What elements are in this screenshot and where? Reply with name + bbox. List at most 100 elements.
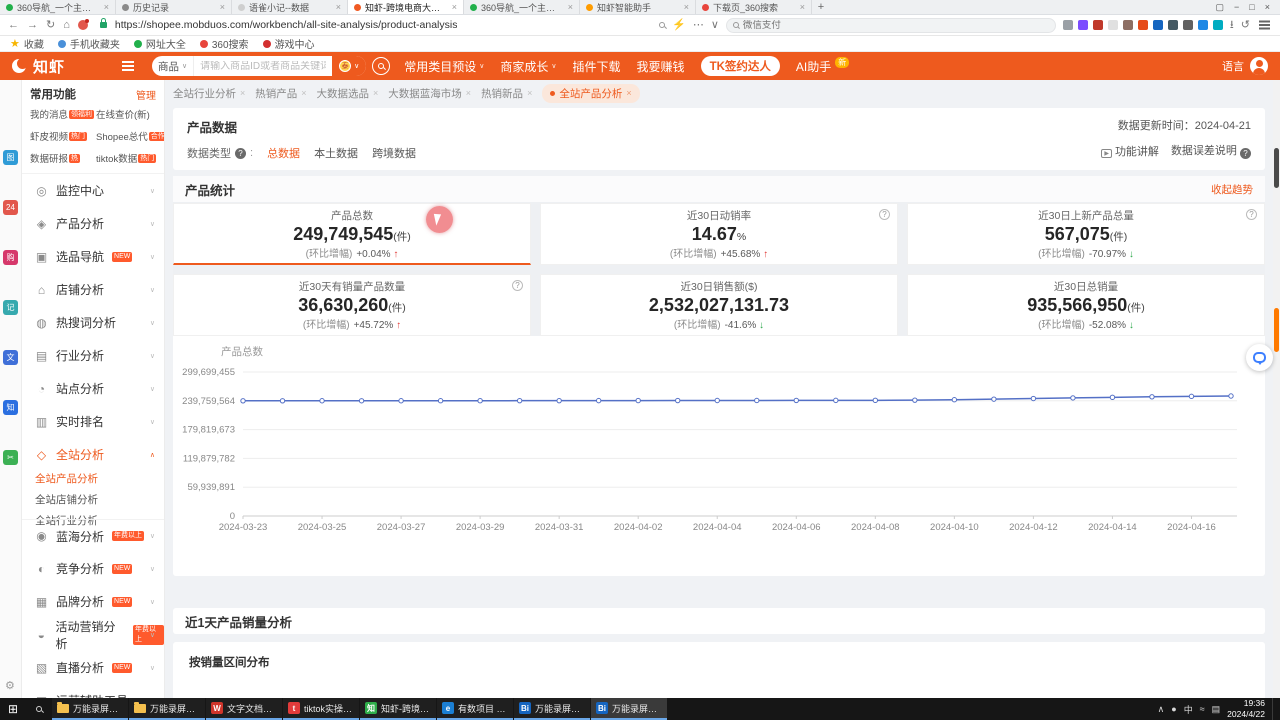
browser-tab[interactable]: 知虾智能助手× [580, 0, 696, 14]
taskbar-item[interactable]: 万能录屏大师 [129, 698, 205, 720]
quick-link[interactable]: tiktok数据热门 [96, 151, 165, 165]
tab-close-icon[interactable]: × [684, 2, 689, 12]
quick-link[interactable]: 数据研报热 [30, 151, 94, 165]
bookmark-item[interactable]: 手机收藏夹 [58, 36, 120, 51]
close-icon[interactable]: × [240, 88, 245, 98]
sidebar-item-品牌分析[interactable]: ▦品牌分析NEW∨ [22, 585, 164, 618]
tab-close-icon[interactable]: × [336, 2, 341, 12]
forward-icon[interactable]: → [27, 20, 38, 31]
header-search-input[interactable] [194, 61, 332, 72]
submenu-item-全站产品分析[interactable]: 全站产品分析 [35, 471, 98, 486]
quick-link[interactable]: 在线查价(新) [96, 107, 165, 121]
question-icon[interactable]: ? [1246, 209, 1257, 220]
close-icon[interactable]: × [527, 88, 532, 98]
close-icon[interactable]: × [1265, 2, 1270, 12]
data-type-option[interactable]: 本土数据 [314, 145, 358, 161]
sidebar-item-直播分析[interactable]: ▧直播分析NEW∨ [22, 651, 164, 684]
extension-icon[interactable] [1183, 20, 1193, 30]
info-icon[interactable]: ? [1240, 148, 1251, 159]
browser-tab[interactable]: 360导航_一个主页，整个世界× [0, 0, 116, 14]
toolbar-search-input[interactable] [743, 20, 1049, 31]
browser-tab[interactable]: 知虾-跨境电商大数据分析平台× [348, 0, 464, 14]
sidebar-item-运营辅助工具[interactable]: ▨运营辅助工具∨ [22, 684, 164, 698]
maximize-icon[interactable]: □ [1249, 2, 1254, 12]
tab-close-icon[interactable]: × [568, 2, 573, 12]
undo-icon[interactable]: ↺ [1241, 20, 1250, 31]
taskbar-item[interactable]: 知知虾-跨境电商大数… [360, 698, 436, 720]
header-nav-item[interactable]: AI助手新 [796, 58, 849, 75]
taskbar-item[interactable]: W文字文档2 - WPS … [206, 698, 282, 720]
site-selector[interactable]: 泰 ∨ [332, 56, 366, 76]
taskbar-item[interactable]: e有数项目 和另外 3… [437, 698, 513, 720]
lightning-icon[interactable]: ⚡ [672, 20, 686, 31]
sidebar-item-蓝海分析[interactable]: ◉蓝海分析年费以上∨ [22, 519, 164, 552]
tab-close-icon[interactable]: × [220, 2, 225, 12]
chevron-down-icon[interactable]: ∨ [711, 20, 719, 31]
extension-icon[interactable] [1063, 20, 1073, 30]
header-nav-item[interactable]: TK签约达人 [701, 56, 780, 76]
close-icon[interactable]: × [626, 88, 631, 98]
floating-service-button[interactable] [1246, 344, 1273, 371]
sidebar-item-站点分析[interactable]: ◔站点分析∨ [22, 372, 164, 405]
feature-guide-link[interactable]: ▶功能讲解 [1101, 143, 1159, 159]
toolbar-search[interactable] [726, 18, 1056, 33]
collapse-trend-link[interactable]: 收起趋势 [1211, 182, 1253, 197]
tray-icon[interactable]: ▤ [1212, 704, 1221, 715]
side-dock-icon[interactable]: ✂ [3, 450, 18, 465]
data-type-option[interactable]: 跨境数据 [372, 145, 416, 161]
question-icon[interactable]: ? [879, 209, 890, 220]
side-dock-icon[interactable]: 购 [3, 250, 18, 265]
taskbar-clock[interactable]: 19:36 2024/4/22 [1227, 698, 1265, 719]
download-icon[interactable]: ⭳ [1230, 20, 1234, 31]
tray-icon[interactable]: ● [1171, 704, 1176, 714]
sidebar-item-产品分析[interactable]: ◈产品分析∨ [22, 207, 164, 240]
extension-icon[interactable] [1198, 20, 1208, 30]
page-tab[interactable]: 热销产品× [255, 86, 306, 101]
show-desktop-button[interactable] [1272, 698, 1276, 720]
avatar[interactable] [1250, 57, 1268, 75]
browser-tab[interactable]: 360导航_一个主页，整个世界× [464, 0, 580, 14]
close-icon[interactable]: × [466, 88, 471, 98]
extension-icon[interactable] [1108, 20, 1118, 30]
extension-icon[interactable] [1168, 20, 1178, 30]
scrollbar-thumb[interactable] [1274, 148, 1279, 188]
info-icon[interactable]: ? [235, 148, 246, 159]
sidebar-item-店铺分析[interactable]: ⌂店铺分析∨ [22, 273, 164, 306]
quick-panel-manage-link[interactable]: 管理 [136, 87, 156, 102]
sidebar-item-选品导航[interactable]: ▣选品导航NEW∨ [22, 240, 164, 273]
bookmark-item[interactable]: 游戏中心 [263, 36, 315, 51]
quick-link[interactable]: Shopee总代合作 [96, 129, 165, 143]
sidebar-item-热搜词分析[interactable]: ◍热搜词分析∨ [22, 306, 164, 339]
layout-icon[interactable]: ▢ [1216, 2, 1225, 13]
side-dock-icon[interactable]: 知 [3, 400, 18, 415]
header-nav-item[interactable]: 我要赚钱 [637, 58, 685, 75]
new-tab-button[interactable]: + [812, 0, 830, 14]
minimize-icon[interactable]: − [1234, 2, 1239, 12]
tray-icon[interactable]: ∧ [1158, 704, 1165, 715]
refresh-icon[interactable]: ↻ [46, 20, 55, 31]
close-icon[interactable]: × [373, 88, 378, 98]
taskbar-search-button[interactable] [26, 698, 52, 720]
question-icon[interactable]: ? [512, 280, 523, 291]
quick-link[interactable]: 我的消息领福利 [30, 107, 94, 121]
extension-icon[interactable] [1138, 20, 1148, 30]
back-icon[interactable]: ← [8, 20, 19, 31]
page-tab[interactable]: 全站行业分析× [173, 86, 245, 101]
submenu-item-全站店铺分析[interactable]: 全站店铺分析 [35, 492, 98, 507]
start-button[interactable]: ⊞ [0, 698, 26, 720]
side-dock-icon[interactable]: 24 [3, 200, 18, 215]
extension-icon[interactable] [1123, 20, 1133, 30]
search-button[interactable] [372, 57, 390, 75]
tray-icon[interactable]: ≈ [1200, 704, 1205, 714]
page-tab[interactable]: 热销新品× [481, 86, 532, 101]
bookmark-item[interactable]: 网址大全 [134, 36, 186, 51]
extension-icon[interactable] [1213, 20, 1223, 30]
taskbar-item[interactable]: ttiktok实操运营 [283, 698, 359, 720]
favorites-item[interactable]: ★收藏 [10, 36, 44, 51]
home-icon[interactable]: ⌂ [63, 20, 70, 31]
tab-close-icon[interactable]: × [104, 2, 109, 12]
browser-tab[interactable]: 历史记录× [116, 0, 232, 14]
side-dock-icon[interactable]: 图 [3, 150, 18, 165]
tray-icon[interactable]: 中 [1184, 703, 1193, 716]
sidebar-item-行业分析[interactable]: ▤行业分析∨ [22, 339, 164, 372]
